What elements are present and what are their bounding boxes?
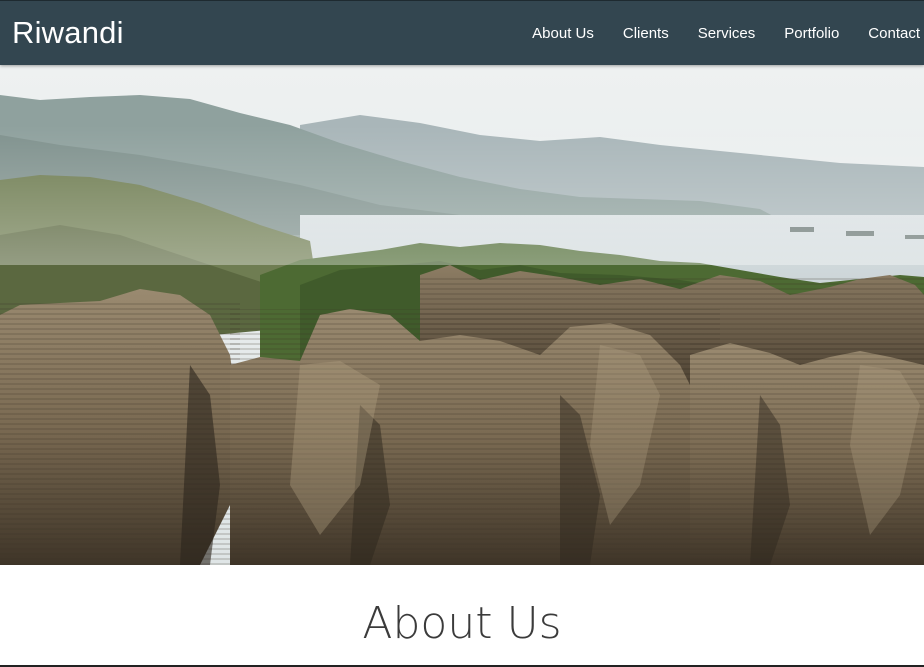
nav-link-portfolio[interactable]: Portfolio xyxy=(784,25,839,42)
navbar: Riwandi About Us Clients Services Portfo… xyxy=(0,0,924,65)
brand-logo[interactable]: Riwandi xyxy=(12,15,124,51)
nav-link-clients[interactable]: Clients xyxy=(623,25,669,42)
hero-landscape-illustration xyxy=(0,65,924,565)
nav-menu: About Us Clients Services Portfolio Cont… xyxy=(503,25,920,42)
nav-link-about-us[interactable]: About Us xyxy=(532,25,594,42)
hero-image xyxy=(0,65,924,565)
about-section: About Us xyxy=(0,565,924,667)
nav-link-services[interactable]: Services xyxy=(698,25,756,42)
about-heading: About Us xyxy=(362,598,562,649)
nav-link-contact[interactable]: Contact xyxy=(868,25,920,42)
